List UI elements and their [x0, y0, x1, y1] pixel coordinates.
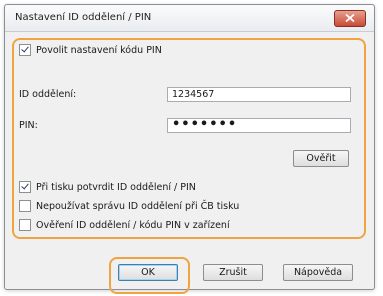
- dialog-title: Nastavení ID oddělení / PIN: [15, 12, 152, 23]
- verify-button[interactable]: Ověřit: [293, 150, 349, 167]
- no-dept-mgmt-bw-checkbox[interactable]: [19, 200, 31, 212]
- title-bar: Nastavení ID oddělení / PIN: [5, 5, 374, 32]
- help-button[interactable]: Nápověda: [283, 264, 353, 281]
- no-dept-mgmt-bw-option[interactable]: Nepoužívat správu ID oddělení při ČB tis…: [19, 200, 239, 212]
- dept-id-row: ID oddělení:: [19, 89, 76, 100]
- pin-row: PIN:: [19, 120, 38, 131]
- close-icon: [345, 14, 355, 22]
- confirm-on-print-checkbox[interactable]: [19, 181, 31, 193]
- device-auth-checkbox[interactable]: [19, 219, 31, 231]
- device-auth-label: Ověření ID oddělení / kódu PIN v zařízen…: [36, 219, 230, 231]
- enable-pin-option[interactable]: Povolit nastavení kódu PIN: [19, 44, 162, 56]
- confirm-on-print-label: Při tisku potvrdit ID oddělení / PIN: [36, 181, 196, 193]
- cancel-button[interactable]: Zrušit: [203, 264, 263, 281]
- close-button[interactable]: [334, 10, 366, 27]
- enable-pin-label: Povolit nastavení kódu PIN: [36, 44, 162, 56]
- dept-id-field[interactable]: 1234567: [167, 87, 351, 102]
- ok-button[interactable]: OK: [118, 264, 178, 281]
- no-dept-mgmt-bw-label: Nepoužívat správu ID oddělení při ČB tis…: [36, 200, 240, 212]
- dept-id-label: ID oddělení:: [19, 89, 77, 100]
- device-auth-option[interactable]: Ověření ID oddělení / kódu PIN v zařízen…: [19, 219, 230, 231]
- pin-label: PIN:: [19, 120, 38, 131]
- dialog-window: Nastavení ID oddělení / PIN Povolit nast…: [4, 4, 375, 294]
- confirm-on-print-option[interactable]: Při tisku potvrdit ID oddělení / PIN: [19, 181, 196, 193]
- enable-pin-checkbox[interactable]: [19, 44, 31, 56]
- pin-field[interactable]: •••••••: [167, 118, 351, 133]
